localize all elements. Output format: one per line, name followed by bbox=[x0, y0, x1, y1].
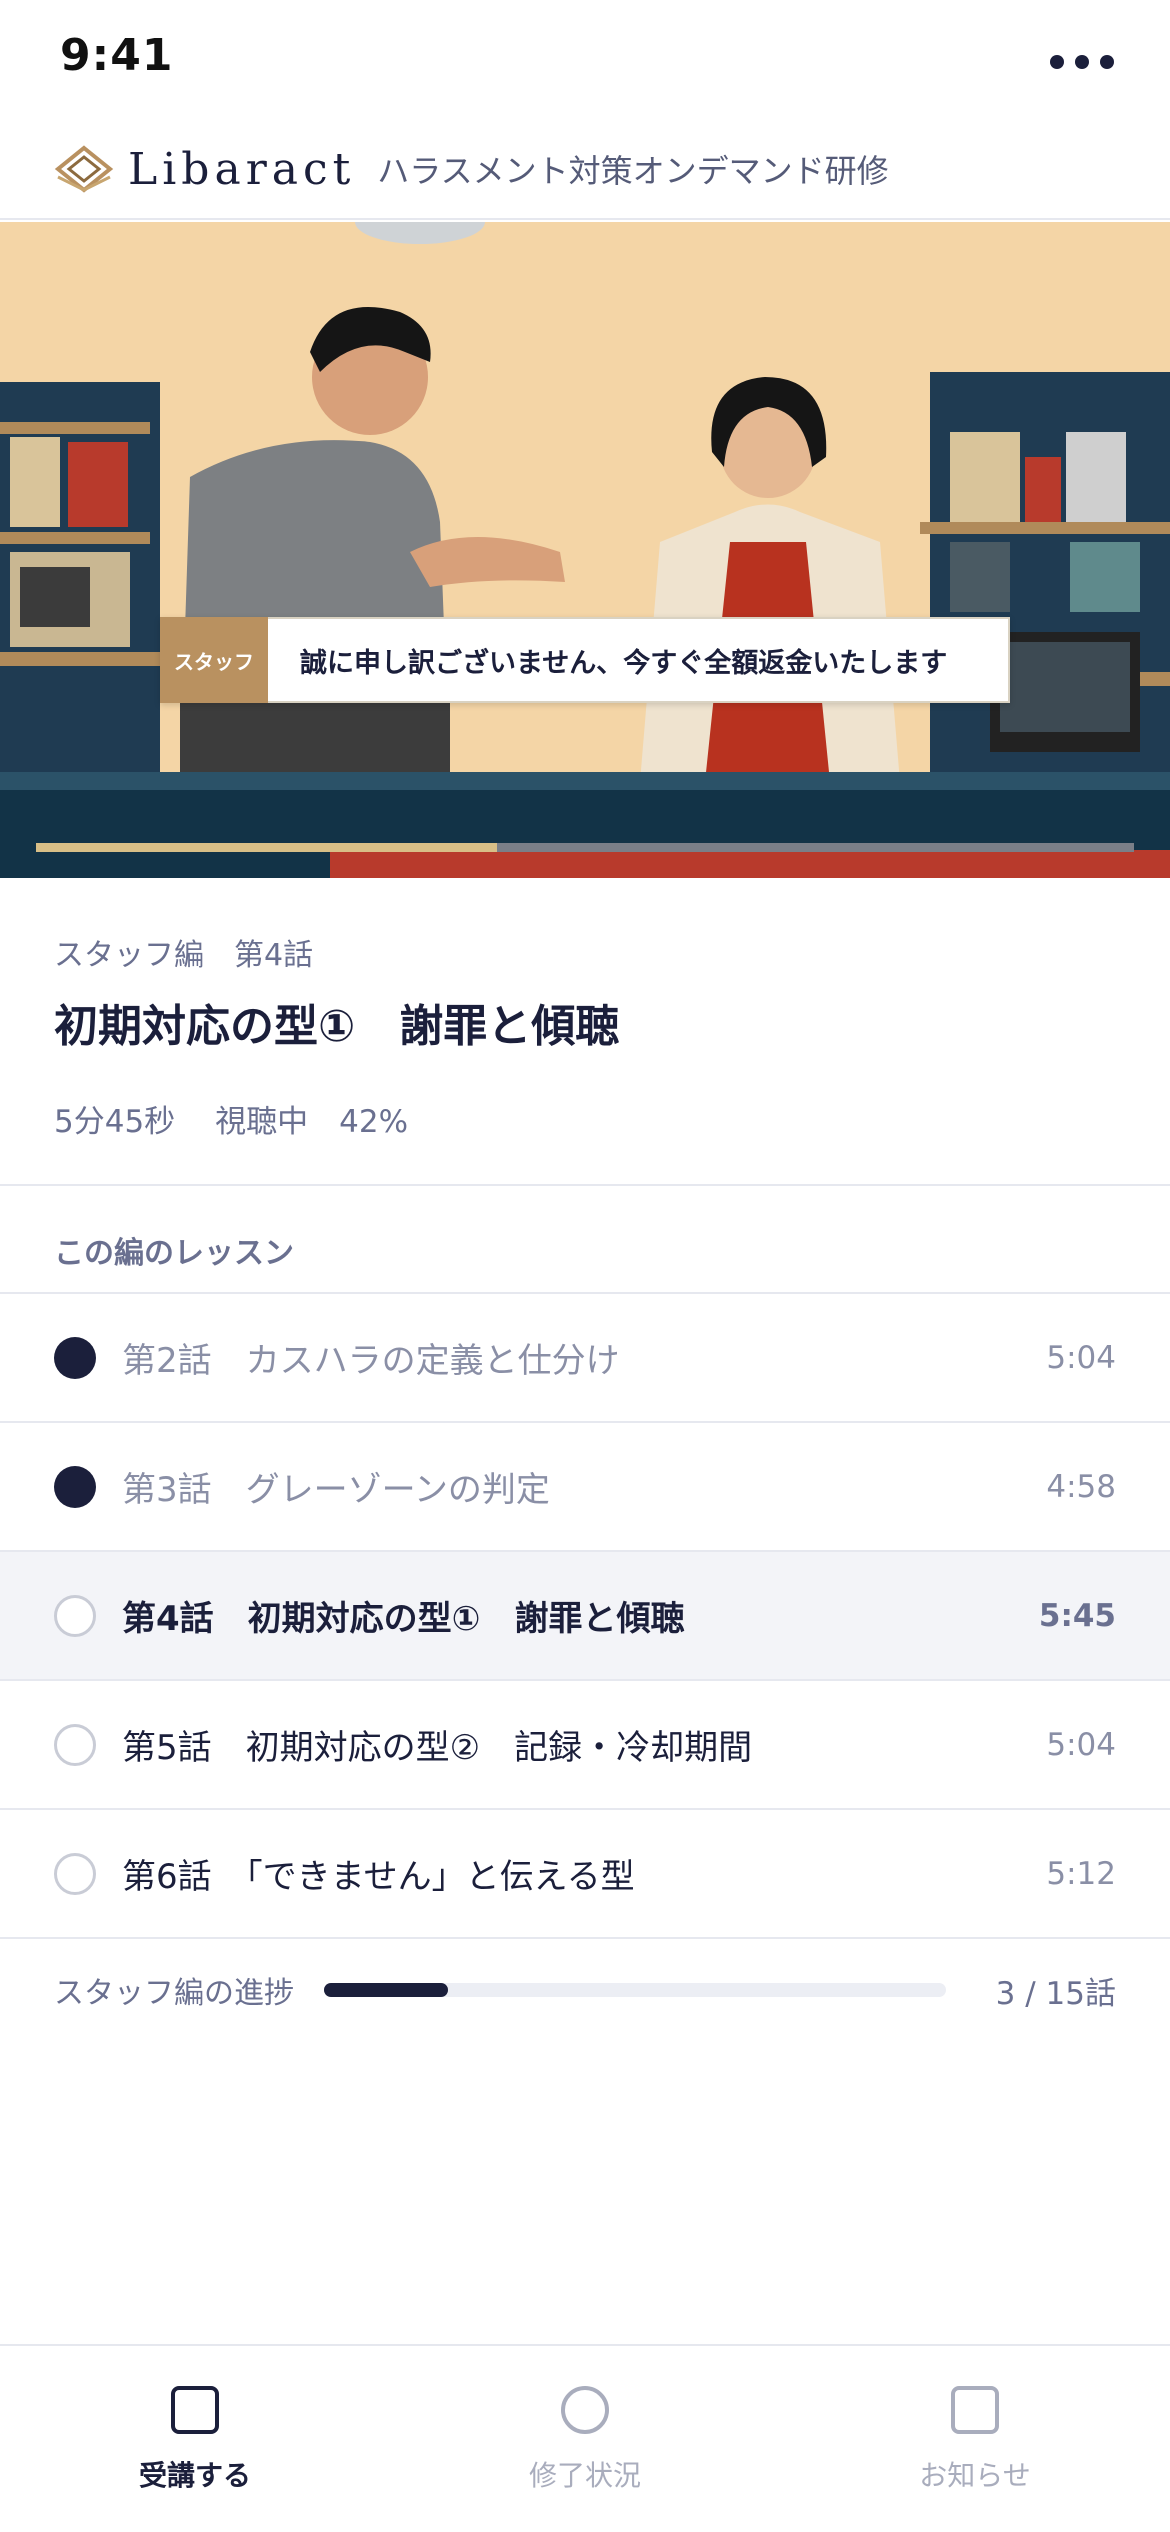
square-icon bbox=[171, 2386, 219, 2434]
lesson-row-title: 第2話 カスハラの定義と仕分け bbox=[122, 1341, 620, 1381]
square-icon bbox=[951, 2386, 999, 2434]
tab-completion[interactable]: 修了状況 bbox=[390, 2346, 780, 2532]
video-progress-fill bbox=[36, 843, 498, 852]
lesson-list-heading: この編のレッスン bbox=[54, 1236, 294, 1271]
video-subtitle: スタッフ 誠に申し訳ございません、今すぐ全額返金いたします bbox=[160, 617, 1010, 703]
status-dot-icon bbox=[54, 1594, 96, 1637]
course-progress-label: スタッフ編の進捗 bbox=[54, 1976, 294, 2011]
lesson-row-duration: 5:45 bbox=[1038, 1597, 1116, 1634]
more-dots-icon[interactable] bbox=[1050, 52, 1114, 72]
app-header: Libaract ハラスメント対策オンデマンド研修 bbox=[0, 120, 1170, 220]
brand-name: Libaract bbox=[128, 143, 356, 195]
lesson-row-4[interactable]: 第4話 初期対応の型① 謝罪と傾聴 5:45 bbox=[0, 1552, 1170, 1681]
lesson-row-duration: 5:12 bbox=[1046, 1855, 1116, 1892]
tab-label: 修了状況 bbox=[528, 2459, 641, 2492]
lesson-row-title: 第3話 グレーゾーンの判定 bbox=[122, 1470, 550, 1510]
lesson-row-duration: 4:58 bbox=[1046, 1468, 1116, 1505]
course-progress: スタッフ編の進捗 3 / 15話 bbox=[0, 1955, 1170, 2025]
lesson-info: スタッフ編 第4話 初期対応の型① 謝罪と傾聴 5分45秒 視聴中 42% bbox=[0, 878, 1170, 1186]
lesson-row-2[interactable]: 第2話 カスハラの定義と仕分け 5:04 bbox=[0, 1294, 1170, 1423]
lesson-row-3[interactable]: 第3話 グレーゾーンの判定 4:58 bbox=[0, 1423, 1170, 1552]
tab-label: お知らせ bbox=[919, 2459, 1031, 2492]
lesson-series: スタッフ編 第4話 bbox=[54, 938, 314, 973]
course-progress-bar bbox=[324, 1983, 946, 1997]
lesson-row-duration: 5:04 bbox=[1046, 1339, 1116, 1376]
status-dot-icon bbox=[54, 1465, 96, 1508]
subtitle-speaker-badge: スタッフ bbox=[160, 617, 268, 703]
lesson-duration: 5分45秒 bbox=[54, 1104, 176, 1140]
circle-icon bbox=[561, 2386, 609, 2434]
lesson-row-title: 第5話 初期対応の型② 記録・冷却期間 bbox=[122, 1728, 753, 1768]
lesson-row-5[interactable]: 第5話 初期対応の型② 記録・冷却期間 5:04 bbox=[0, 1681, 1170, 1810]
video-player[interactable]: スタッフ 誠に申し訳ございません、今すぐ全額返金いたします bbox=[0, 222, 1170, 878]
status-bar: 9:41 bbox=[0, 0, 1170, 120]
lesson-status-label: 視聴中 bbox=[215, 1104, 309, 1140]
header-subtitle: ハラスメント対策オンデマンド研修 bbox=[377, 152, 889, 190]
lesson-row-6[interactable]: 第6話 「できません」と伝える型 5:12 bbox=[0, 1810, 1170, 1939]
status-dot-icon bbox=[54, 1723, 96, 1766]
status-dot-icon bbox=[54, 1336, 96, 1379]
lesson-row-title: 第4話 初期対応の型① 謝罪と傾聴 bbox=[122, 1599, 685, 1639]
course-progress-count: 3 / 15話 bbox=[995, 1975, 1116, 2012]
tab-label: 受講する bbox=[138, 2459, 251, 2492]
course-progress-fill bbox=[324, 1983, 449, 1997]
lesson-meta: 5分45秒 視聴中 42% bbox=[54, 1096, 408, 1141]
brand-logo-icon bbox=[54, 145, 114, 193]
status-time: 9:41 bbox=[60, 30, 174, 81]
lesson-row-title: 第6話 「できません」と伝える型 bbox=[122, 1857, 635, 1897]
tab-bar: 受講する 修了状況 お知らせ bbox=[0, 2344, 1170, 2532]
video-frame-illustration bbox=[0, 222, 1170, 878]
lesson-list: 第2話 カスハラの定義と仕分け 5:04 第3話 グレーゾーンの判定 4:58 … bbox=[0, 1292, 1170, 1939]
lesson-title: 初期対応の型① 謝罪と傾聴 bbox=[54, 1001, 620, 1052]
video-progress-bar[interactable] bbox=[36, 843, 1134, 852]
lesson-row-duration: 5:04 bbox=[1046, 1726, 1116, 1763]
lesson-percent: 42% bbox=[339, 1104, 409, 1140]
status-dot-icon bbox=[54, 1852, 96, 1895]
tab-notifications[interactable]: お知らせ bbox=[780, 2346, 1170, 2532]
lesson-status: 視聴中 42% bbox=[215, 1096, 408, 1141]
subtitle-text: 誠に申し訳ございません、今すぐ全額返金いたします bbox=[300, 647, 948, 679]
tab-lessons[interactable]: 受講する bbox=[0, 2346, 390, 2532]
